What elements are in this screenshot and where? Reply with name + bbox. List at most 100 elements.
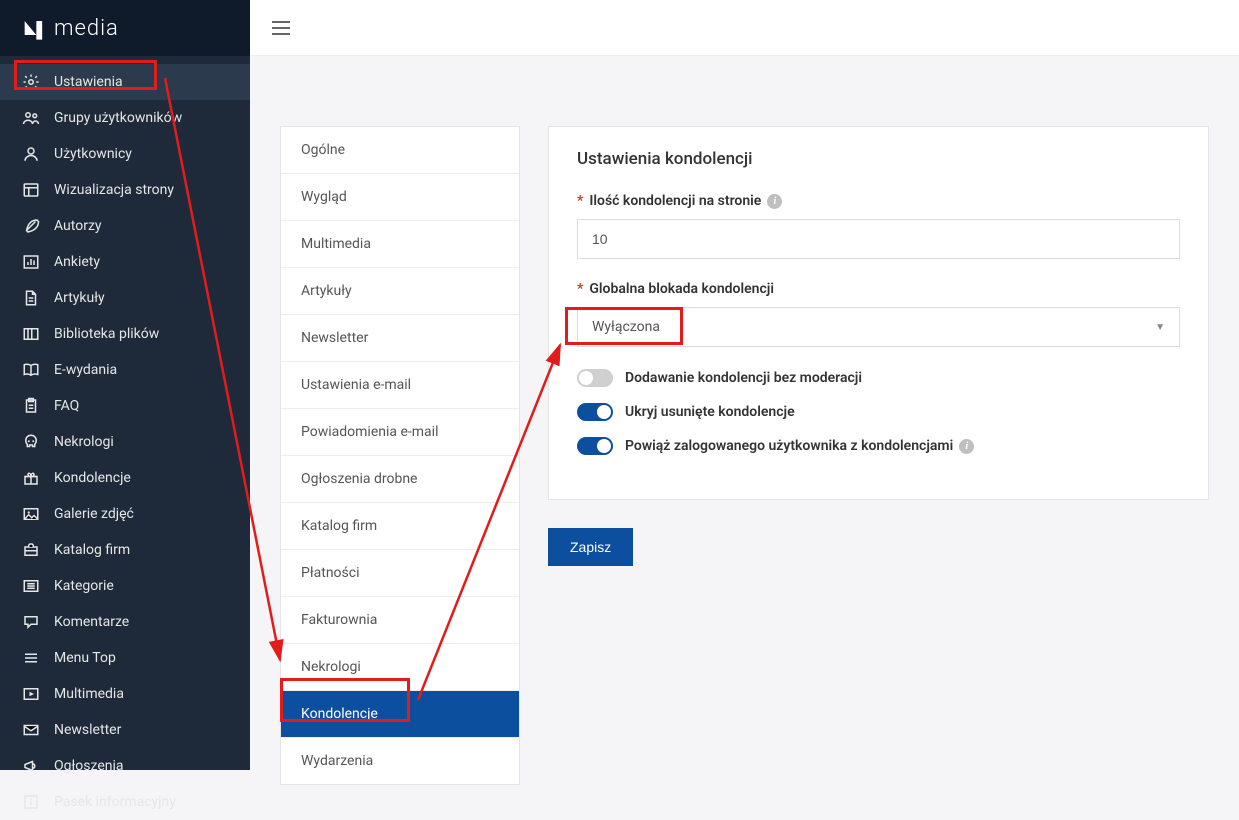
field-count: * Ilość kondolencji na stronie i — [577, 193, 1180, 259]
tab-ustawienia-e-mail[interactable]: Ustawienia e-mail — [281, 362, 519, 409]
sidebar-item-label: Biblioteka plików — [54, 326, 159, 342]
layout-icon — [20, 181, 42, 199]
feather-icon — [20, 217, 42, 235]
toggle-link-user-switch[interactable] — [577, 437, 613, 455]
sidebar-item-autorzy[interactable]: Autorzy — [0, 208, 250, 244]
sidebar-item-kondolencje[interactable]: Kondolencje — [0, 460, 250, 496]
toggle-moderation-switch[interactable] — [577, 369, 613, 387]
image-icon — [20, 505, 42, 523]
sidebar-item-ankiety[interactable]: Ankiety — [0, 244, 250, 280]
info-icon[interactable]: i — [767, 194, 782, 209]
count-input[interactable] — [577, 219, 1180, 259]
menu-icon — [20, 649, 42, 667]
briefcase-icon — [20, 541, 42, 559]
tab-multimedia[interactable]: Multimedia — [281, 221, 519, 268]
required-marker: * — [577, 193, 583, 209]
content: OgólneWyglądMultimediaArtykułyNewsletter… — [250, 56, 1239, 770]
save-button[interactable]: Zapisz — [548, 528, 633, 566]
toggle-link-user-label: Powiąż zalogowanego użytkownika z kondol… — [625, 438, 953, 454]
settings-tabs: OgólneWyglądMultimediaArtykułyNewsletter… — [280, 126, 520, 785]
play-icon — [20, 685, 42, 703]
sidebar-item-faq[interactable]: FAQ — [0, 388, 250, 424]
sidebar-item-label: Menu Top — [54, 650, 116, 666]
block-select[interactable]: Wyłączona ▼ — [577, 307, 1180, 347]
gift-icon — [20, 469, 42, 487]
toggle-hide-deleted-label: Ukryj usunięte kondolencje — [625, 404, 795, 420]
book-icon — [20, 361, 42, 379]
info-icon[interactable]: i — [959, 439, 974, 454]
sidebar-item-multimedia[interactable]: Multimedia — [0, 676, 250, 712]
tab-wydarzenia[interactable]: Wydarzenia — [281, 738, 519, 784]
sidebar-item-label: E-wydania — [54, 362, 117, 378]
user-icon — [20, 145, 42, 163]
toggle-moderation: Dodawanie kondolencji bez moderacji — [577, 369, 1180, 387]
tab-og-oszenia-drobne[interactable]: Ogłoszenia drobne — [281, 456, 519, 503]
sidebar-item-katalog-firm[interactable]: Katalog firm — [0, 532, 250, 568]
sidebar-item-label: Komentarze — [54, 614, 129, 630]
sidebar-item-u-ytkownicy[interactable]: Użytkownicy — [0, 136, 250, 172]
count-label: Ilość kondolencji na stronie — [589, 193, 761, 209]
sidebar-item-label: Multimedia — [54, 686, 124, 702]
skull-icon — [20, 433, 42, 451]
block-label: Globalna blokada kondolencji — [589, 281, 774, 297]
sidebar-item-galerie-zdj-[interactable]: Galerie zdjęć — [0, 496, 250, 532]
sidebar-item-og-oszenia[interactable]: Ogłoszenia — [0, 748, 250, 784]
gear-icon — [20, 73, 42, 91]
toggle-hide-deleted: Ukryj usunięte kondolencje — [577, 403, 1180, 421]
block-select-value: Wyłączona — [592, 319, 660, 335]
sidebar-item-label: Pasek informacyjny — [54, 794, 176, 810]
sidebar-item-artyku-y[interactable]: Artykuły — [0, 280, 250, 316]
tab-wygl-d[interactable]: Wygląd — [281, 174, 519, 221]
sidebar-item-kategorie[interactable]: Kategorie — [0, 568, 250, 604]
sidebar: media Ustawienia Grupy użytkowników Użytko… — [0, 0, 250, 770]
toggle-hide-deleted-switch[interactable] — [577, 403, 613, 421]
tab-fakturownia[interactable]: Fakturownia — [281, 597, 519, 644]
sidebar-item-label: Użytkownicy — [54, 146, 132, 162]
toggle-link-user: Powiąż zalogowanego użytkownika z kondol… — [577, 437, 1180, 455]
chevron-down-icon: ▼ — [1155, 322, 1165, 333]
sidebar-item-newsletter[interactable]: Newsletter — [0, 712, 250, 748]
tab-p-atno-ci[interactable]: Płatności — [281, 550, 519, 597]
settings-card: Ustawienia kondolencji * Ilość kondolenc… — [548, 126, 1209, 500]
sidebar-item-label: Grupy użytkowników — [54, 110, 182, 126]
sidebar-item-pasek-informacyjny[interactable]: Pasek informacyjny — [0, 784, 250, 820]
sidebar-item-label: Autorzy — [54, 218, 102, 234]
tab-powiadomienia-e-mail[interactable]: Powiadomienia e-mail — [281, 409, 519, 456]
brand-logo: media — [0, 0, 250, 56]
sidebar-item-menu-top[interactable]: Menu Top — [0, 640, 250, 676]
sidebar-item-label: Kategorie — [54, 578, 114, 594]
sidebar-item-label: Newsletter — [54, 722, 121, 738]
sidebar-item-komentarze[interactable]: Komentarze — [0, 604, 250, 640]
sidebar-item-nekrologi[interactable]: Nekrologi — [0, 424, 250, 460]
toggle-moderation-label: Dodawanie kondolencji bez moderacji — [625, 370, 862, 386]
tab-artyku-y[interactable]: Artykuły — [281, 268, 519, 315]
tab-og-lne[interactable]: Ogólne — [281, 127, 519, 174]
file-icon — [20, 289, 42, 307]
clipboard-icon — [20, 397, 42, 415]
sidebar-item-wizualizacja-strony[interactable]: Wizualizacja strony — [0, 172, 250, 208]
tab-newsletter[interactable]: Newsletter — [281, 315, 519, 362]
mail-icon — [20, 721, 42, 739]
sidebar-item-biblioteka-plik-w[interactable]: Biblioteka plików — [0, 316, 250, 352]
menu-toggle-icon[interactable] — [272, 21, 290, 35]
tab-nekrologi[interactable]: Nekrologi — [281, 644, 519, 691]
comment-icon — [20, 613, 42, 631]
megaphone-icon — [20, 757, 42, 775]
sidebar-item-label: Galerie zdjęć — [54, 506, 134, 522]
topbar — [250, 0, 1239, 56]
brand-text: media — [54, 16, 119, 41]
sidebar-item-ustawienia[interactable]: Ustawienia — [0, 64, 250, 100]
brand-mark-icon — [20, 14, 48, 42]
sidebar-item-label: Ustawienia — [54, 74, 123, 90]
tab-katalog-firm[interactable]: Katalog firm — [281, 503, 519, 550]
tab-kondolencje[interactable]: Kondolencje — [281, 691, 519, 738]
sidebar-item-e-wydania[interactable]: E-wydania — [0, 352, 250, 388]
sidebar-item-label: Kondolencje — [54, 470, 131, 486]
info-icon — [20, 793, 42, 811]
chart-icon — [20, 253, 42, 271]
library-icon — [20, 325, 42, 343]
sidebar-item-label: FAQ — [54, 398, 79, 414]
settings-panel: Ustawienia kondolencji * Ilość kondolenc… — [548, 126, 1209, 566]
sidebar-item-label: Wizualizacja strony — [54, 182, 174, 198]
sidebar-item-grupy-u-ytkownik-w[interactable]: Grupy użytkowników — [0, 100, 250, 136]
